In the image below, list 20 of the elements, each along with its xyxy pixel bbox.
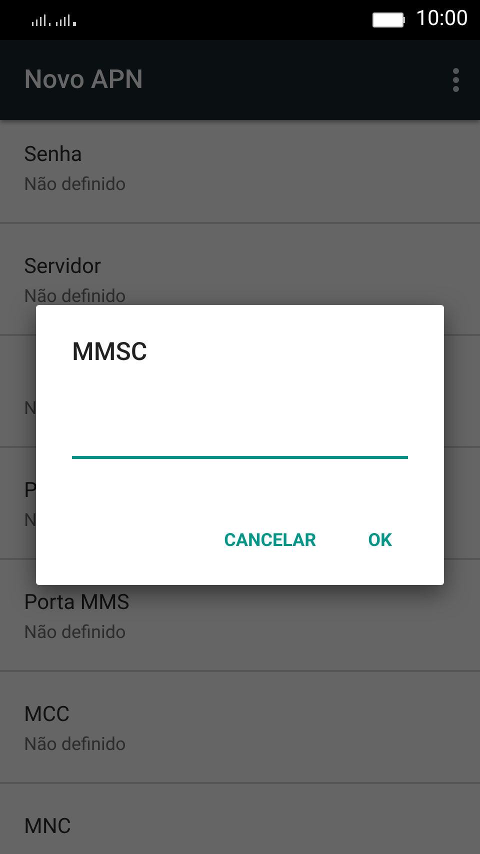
setting-title: Porta MMS (24, 590, 130, 617)
setting-item[interactable]: MCC Não definido (0, 672, 480, 784)
setting-title: MCC (24, 702, 70, 729)
setting-summary: Não definido (24, 621, 126, 645)
setting-item[interactable]: Senha Não definido (0, 120, 480, 224)
cancel-button[interactable]: CANCELAR (224, 527, 316, 554)
setting-title: Senha (24, 142, 82, 169)
setting-title: Servidor (24, 254, 102, 281)
battery-icon (372, 12, 406, 28)
ok-button[interactable]: OK (368, 527, 392, 554)
setting-summary: Não definido (24, 733, 126, 757)
dialog-title: MMSC (72, 337, 148, 369)
clock: 10:00 (416, 6, 468, 34)
toolbar-title: Novo APN (24, 64, 144, 96)
setting-summary: Não definido (24, 285, 126, 309)
setting-title: MNC (24, 814, 71, 841)
setting-title: P (24, 478, 38, 505)
setting-item[interactable]: MNC (0, 784, 480, 854)
setting-summary: Não definido (24, 173, 126, 197)
more-options-icon[interactable] (452, 67, 460, 93)
